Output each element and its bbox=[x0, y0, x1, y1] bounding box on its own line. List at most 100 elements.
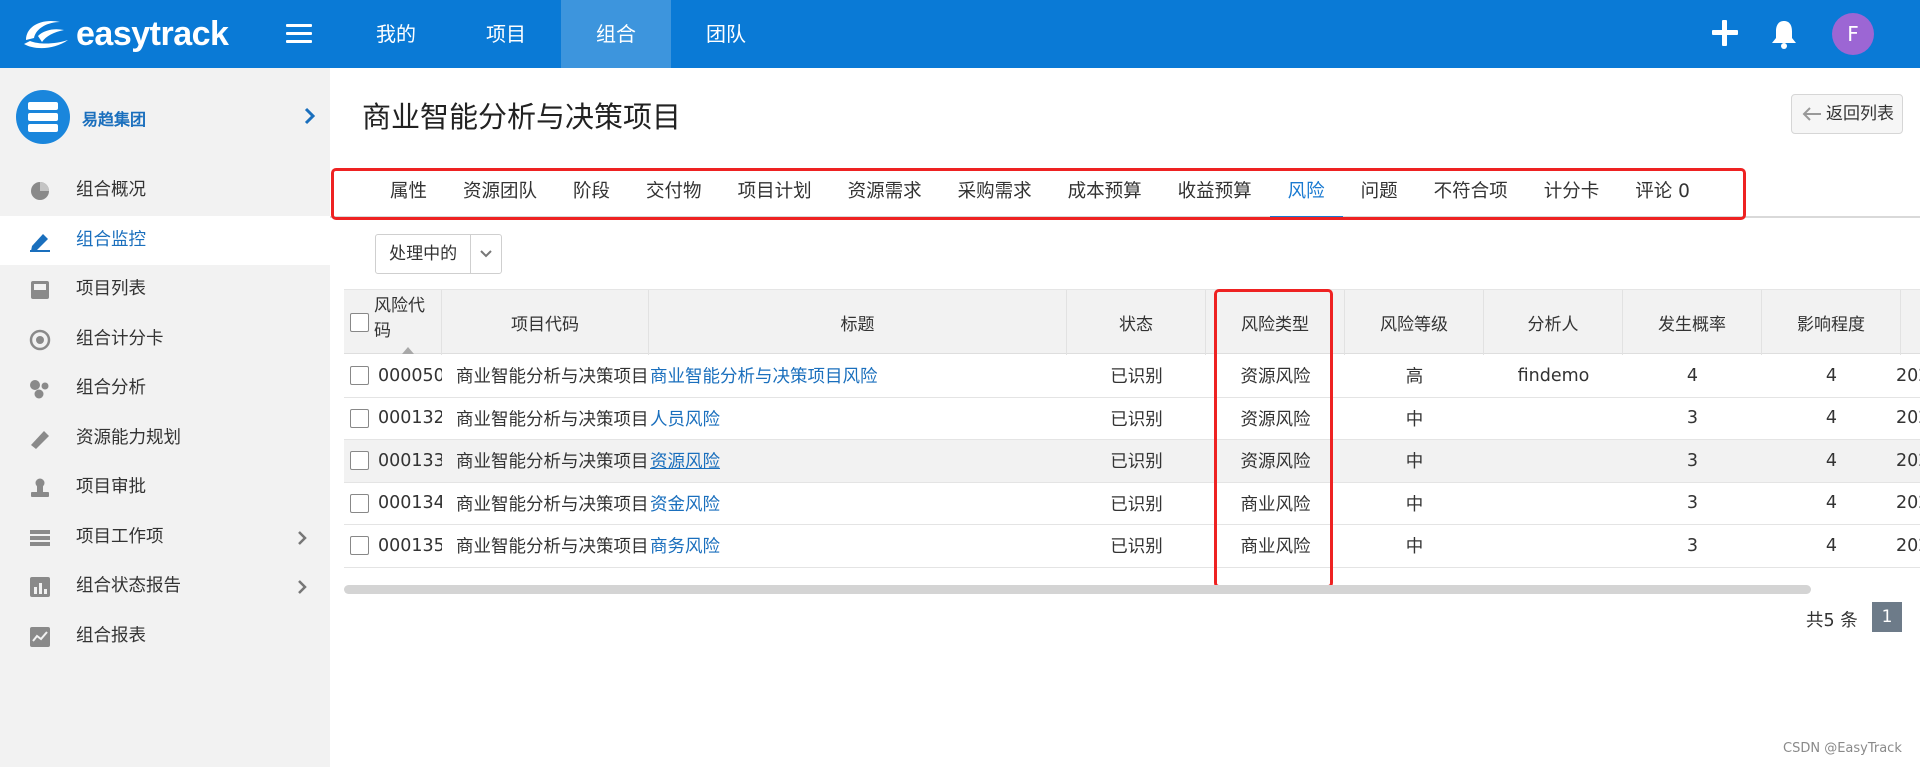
risk-date-truncated: 202 bbox=[1896, 450, 1920, 471]
tab-risks[interactable]: 风险 bbox=[1269, 174, 1343, 218]
add-plus-icon[interactable] bbox=[1710, 18, 1740, 48]
chevron-down-icon[interactable] bbox=[471, 235, 501, 273]
tab-benefit-budget[interactable]: 收益预算 bbox=[1160, 174, 1270, 218]
risk-type: 资源风险 bbox=[1240, 452, 1311, 473]
risk-code: 000132 bbox=[378, 408, 442, 429]
risk-title-link[interactable]: 资源风险 bbox=[650, 440, 1067, 482]
table-row[interactable]: 000133 商业智能分析与决策项目 资源风险 已识别 资源风险 中 3 4 2… bbox=[344, 440, 1920, 483]
sidebar-item-work-items[interactable]: 项目工作项 bbox=[0, 513, 330, 563]
nav-item-team[interactable]: 团队 bbox=[671, 0, 781, 68]
tab-comments[interactable]: 评论 0 bbox=[1617, 174, 1708, 218]
sidebar-item-approval[interactable]: 项目审批 bbox=[0, 463, 330, 513]
row-checkbox[interactable] bbox=[349, 493, 369, 513]
status-filter-select[interactable]: 处理中的 bbox=[375, 234, 502, 274]
risk-code: 000050 bbox=[378, 365, 442, 386]
brand-name: easytrack bbox=[76, 14, 229, 53]
nav-item-portfolio[interactable]: 组合 bbox=[561, 0, 671, 68]
table-row[interactable]: 000134 商业智能分析与决策项目 资金风险 已识别 商业风险 中 3 4 2… bbox=[344, 483, 1920, 525]
col-analyst[interactable]: 分析人 bbox=[1484, 290, 1623, 355]
top-nav: 我的 项目 组合 团队 bbox=[341, 0, 781, 68]
col-title[interactable]: 标题 bbox=[649, 290, 1067, 355]
row-checkbox[interactable] bbox=[349, 408, 369, 428]
org-name: 易趋集团 bbox=[82, 110, 147, 129]
table-row[interactable]: 000135 商业智能分析与决策项目 商务风险 已识别 商业风险 中 3 4 2… bbox=[344, 525, 1920, 568]
risk-analyst: findemo bbox=[1517, 365, 1590, 386]
tab-resource-team[interactable]: 资源团队 bbox=[445, 174, 555, 218]
risk-probability: 3 bbox=[1686, 535, 1699, 556]
menu-toggle-icon[interactable] bbox=[286, 24, 312, 44]
row-checkbox[interactable] bbox=[349, 451, 369, 471]
target-icon bbox=[29, 329, 51, 350]
sidebar-item-scorecard[interactable]: 组合计分卡 bbox=[0, 315, 330, 365]
nav-item-mine[interactable]: 我的 bbox=[341, 0, 451, 68]
tab-issues[interactable]: 问题 bbox=[1343, 174, 1416, 218]
risk-code: 000134 bbox=[378, 493, 442, 514]
risk-analyst bbox=[1484, 398, 1623, 440]
risk-impact: 4 bbox=[1825, 450, 1838, 471]
tab-project-plan[interactable]: 项目计划 bbox=[720, 174, 830, 218]
tab-attributes[interactable]: 属性 bbox=[372, 174, 445, 218]
risk-status: 已识别 bbox=[1110, 537, 1163, 558]
risk-title-link[interactable]: 人员风险 bbox=[650, 398, 1067, 440]
col-risk-level[interactable]: 风险等级 bbox=[1345, 290, 1484, 355]
risk-status: 已识别 bbox=[1110, 494, 1163, 515]
sidebar-item-reports[interactable]: 组合报表 bbox=[0, 612, 330, 662]
sidebar-item-monitor[interactable]: 组合监控 bbox=[0, 215, 330, 265]
sidebar: 易趋集团 组合概况 组合监控 项目列表 组合计分卡 组合分析 资源能力规划 项目… bbox=[0, 68, 330, 767]
col-risk-type[interactable]: 风险类型 bbox=[1206, 290, 1345, 355]
table-row[interactable]: 000132 商业智能分析与决策项目 人员风险 已识别 资源风险 中 3 4 2… bbox=[344, 398, 1920, 440]
tab-cost-budget[interactable]: 成本预算 bbox=[1050, 174, 1160, 218]
row-checkbox[interactable] bbox=[349, 536, 369, 556]
bubbles-icon bbox=[30, 380, 49, 399]
sidebar-item-label: 资源能力规划 bbox=[76, 427, 181, 448]
sidebar-item-project-list[interactable]: 项目列表 bbox=[0, 265, 330, 315]
chevron-right-icon bbox=[298, 530, 307, 545]
tab-scorecard[interactable]: 计分卡 bbox=[1526, 174, 1618, 218]
col-probability[interactable]: 发生概率 bbox=[1623, 290, 1762, 355]
tab-phases[interactable]: 阶段 bbox=[555, 174, 628, 218]
page-button-current[interactable]: 1 bbox=[1872, 602, 1902, 632]
sidebar-item-label: 组合分析 bbox=[76, 378, 146, 398]
nav-item-projects[interactable]: 项目 bbox=[451, 0, 561, 68]
bell-icon[interactable] bbox=[1770, 19, 1798, 49]
sort-asc-icon[interactable] bbox=[401, 347, 414, 354]
col-project-code[interactable]: 项目代码 bbox=[442, 290, 649, 355]
sidebar-item-overview[interactable]: 组合概况 bbox=[0, 166, 330, 216]
risk-status: 已识别 bbox=[1110, 409, 1163, 430]
sidebar-item-capacity[interactable]: 资源能力规划 bbox=[0, 414, 330, 464]
sidebar-item-label: 项目工作项 bbox=[76, 526, 164, 547]
sidebar-item-status-report[interactable]: 组合状态报告 bbox=[0, 562, 330, 612]
horizontal-scrollbar[interactable] bbox=[344, 585, 1811, 594]
select-all-cell bbox=[344, 290, 374, 355]
col-impact[interactable]: 影响程度 bbox=[1762, 290, 1901, 355]
risk-status: 已识别 bbox=[1110, 367, 1163, 388]
back-to-list-button[interactable]: 返回列表 bbox=[1791, 94, 1903, 134]
risk-impact: 4 bbox=[1825, 493, 1838, 514]
risk-impact: 4 bbox=[1825, 365, 1838, 386]
row-checkbox[interactable] bbox=[349, 366, 369, 386]
risk-title-link[interactable]: 资金风险 bbox=[650, 483, 1067, 525]
tab-nonconformities[interactable]: 不符合项 bbox=[1416, 174, 1526, 218]
project-code: 商业智能分析与决策项目 bbox=[456, 409, 649, 430]
org-switcher[interactable]: 易趋集团 bbox=[16, 90, 316, 144]
select-all-checkbox[interactable] bbox=[349, 313, 369, 332]
sidebar-item-label: 组合监控 bbox=[76, 229, 146, 250]
tab-resource-demand[interactable]: 资源需求 bbox=[830, 174, 940, 218]
brand-logo[interactable]: easytrack bbox=[20, 12, 229, 56]
risk-date-truncated: 202 bbox=[1896, 493, 1920, 514]
col-status[interactable]: 状态 bbox=[1067, 290, 1206, 355]
easytrack-logo-icon bbox=[24, 20, 68, 49]
risk-code: 000133 bbox=[378, 450, 442, 471]
tab-deliverables[interactable]: 交付物 bbox=[628, 174, 720, 218]
user-avatar[interactable]: F bbox=[1832, 13, 1874, 55]
risk-title-link[interactable]: 商务风险 bbox=[650, 525, 1067, 567]
risk-level: 中 bbox=[1405, 494, 1424, 515]
risk-level: 高 bbox=[1405, 367, 1424, 388]
line-report-icon bbox=[30, 626, 50, 647]
tab-purchase-demand[interactable]: 采购需求 bbox=[940, 174, 1050, 218]
risk-table: 风险代码 项目代码 标题 状态 风险类型 风险等级 分析人 发生概率 影响程度 … bbox=[344, 289, 1920, 569]
risk-title-link[interactable]: 商业智能分析与决策项目风险 bbox=[650, 355, 1067, 397]
sidebar-item-analysis[interactable]: 组合分析 bbox=[0, 364, 330, 414]
col-risk-code[interactable]: 风险代码 bbox=[374, 290, 442, 355]
table-row[interactable]: 000050 商业智能分析与决策项目 商业智能分析与决策项目风险 已识别 资源风… bbox=[344, 355, 1920, 398]
